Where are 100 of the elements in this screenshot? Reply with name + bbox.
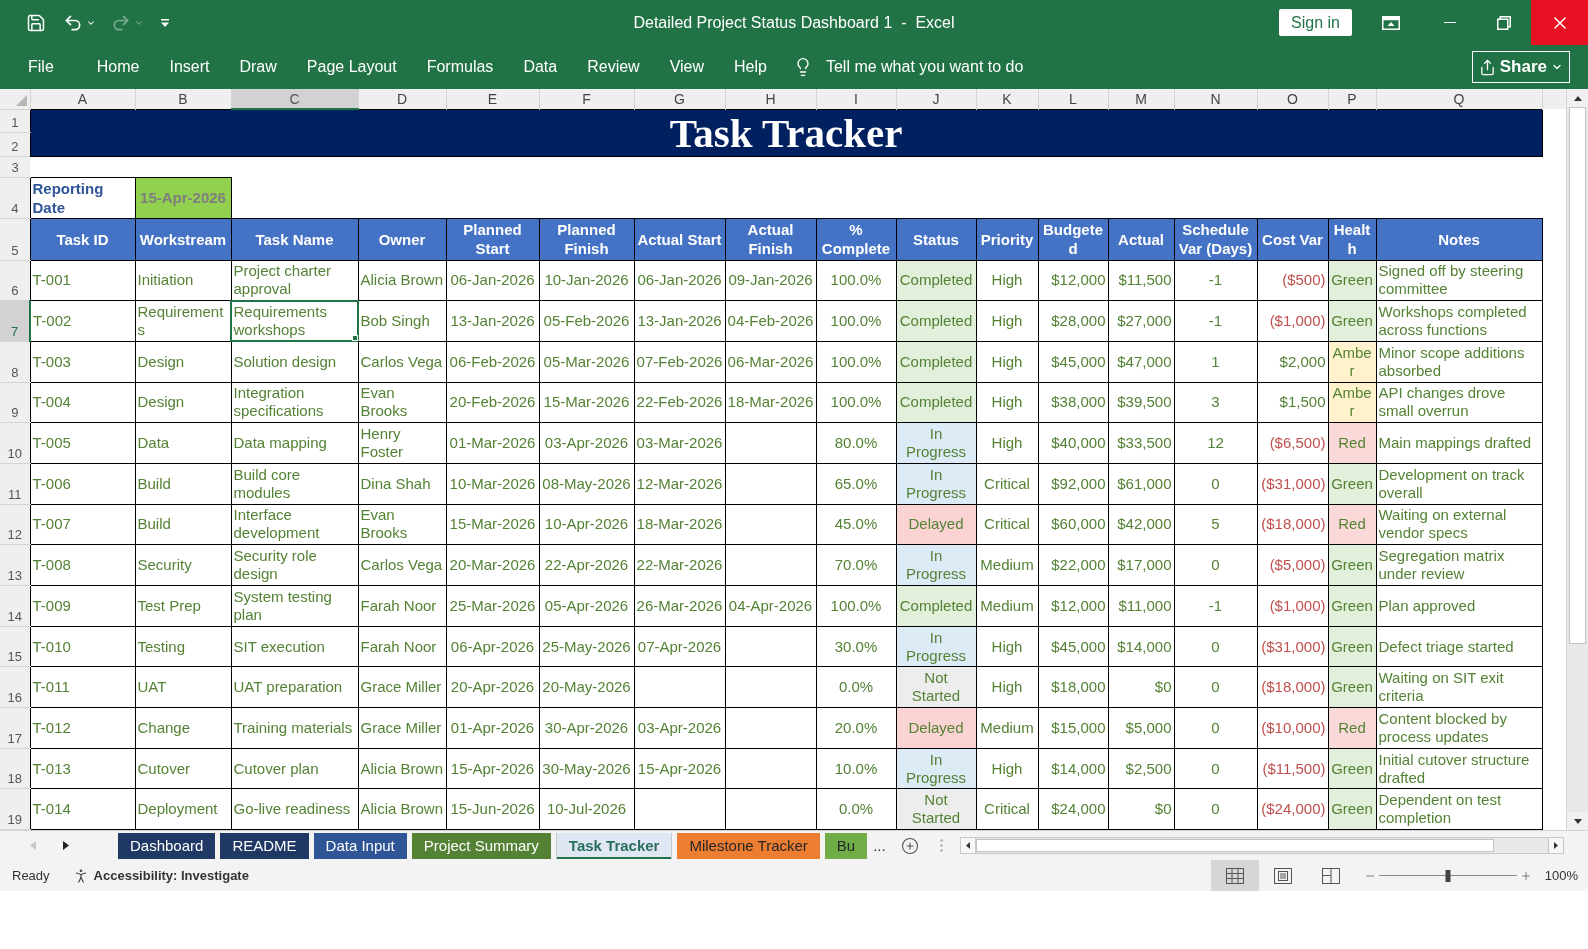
table-cell: Deployment (135, 788, 231, 830)
row-header[interactable]: 4 (0, 177, 30, 218)
row-header[interactable]: 17 (0, 707, 30, 749)
undo-button[interactable] (63, 12, 83, 33)
ribbon-tab[interactable]: Help (734, 57, 767, 77)
row-header[interactable]: 16 (0, 666, 30, 708)
column-header[interactable]: I (816, 89, 896, 109)
sign-in-button[interactable]: Sign in (1279, 9, 1352, 36)
next-sheet-button[interactable] (63, 841, 69, 850)
table-cell: Content blocked by process updates (1376, 707, 1542, 749)
scrollbar-thumb[interactable] (1569, 107, 1586, 644)
ribbon-tab[interactable]: Data (523, 57, 558, 77)
save-button[interactable] (26, 12, 46, 33)
share-icon (1478, 58, 1496, 76)
ribbon-tab[interactable]: File (28, 57, 54, 77)
row-header[interactable]: 13 (0, 544, 30, 586)
sheet-tab[interactable]: Dashboard (118, 832, 216, 859)
table-cell: Grace Miller (358, 666, 446, 708)
row-header[interactable]: 12 (0, 504, 30, 545)
row-header[interactable]: 5 (0, 218, 30, 260)
row-header[interactable]: 1 (0, 109, 30, 133)
scroll-up-button[interactable] (1567, 89, 1588, 107)
scroll-right-button[interactable] (1548, 838, 1563, 853)
customize-toolbar-button[interactable] (161, 18, 169, 27)
column-header[interactable]: P (1328, 89, 1376, 109)
ribbon-tab[interactable]: Insert (169, 57, 210, 77)
ribbon-tab[interactable]: Draw (239, 57, 277, 77)
column-header[interactable]: M (1108, 89, 1174, 109)
table-cell: $11,000 (1108, 585, 1174, 627)
column-header[interactable]: K (976, 89, 1038, 109)
row-header[interactable]: 3 (0, 156, 30, 177)
table-cell: 100.0% (816, 341, 896, 383)
row-header[interactable]: 10 (0, 422, 30, 464)
row-header[interactable]: 8 (0, 341, 30, 383)
table-cell: $61,000 (1108, 463, 1174, 505)
ribbon-tab[interactable]: Review (587, 57, 640, 77)
row-header[interactable]: 18 (0, 748, 30, 789)
ribbon-display-button[interactable] (1382, 15, 1400, 30)
scrollbar-thumb[interactable] (975, 839, 1494, 852)
table-cell: Workshops completed across functions (1376, 300, 1542, 342)
column-header[interactable]: C (231, 89, 358, 109)
accessibility-button[interactable]: Accessibility: Investigate (71, 865, 249, 886)
share-button[interactable]: Share (1471, 51, 1570, 83)
table-cell: 06-Apr-2026 (446, 626, 539, 667)
column-header[interactable]: J (896, 89, 976, 109)
column-header[interactable]: E (446, 89, 539, 109)
table-cell: Interface development (231, 504, 358, 545)
fill-handle-icon[interactable] (351, 334, 358, 341)
row-header[interactable]: 7 (0, 300, 30, 342)
table-cell: 09-Jan-2026 (725, 260, 816, 301)
scroll-down-button[interactable] (1567, 812, 1588, 830)
row-header[interactable]: 9 (0, 382, 30, 423)
horizontal-scrollbar[interactable] (959, 837, 1564, 854)
sheet-tab[interactable]: README (220, 832, 309, 859)
row-header[interactable]: 11 (0, 463, 30, 505)
column-header[interactable]: Q (1376, 89, 1542, 109)
column-header[interactable]: H (725, 89, 816, 109)
table-cell: Cutover (135, 748, 231, 789)
zoom-slider[interactable] (1378, 869, 1517, 882)
ribbon-tab[interactable]: Formulas (426, 57, 494, 77)
table-header: Planned Start (446, 218, 539, 260)
column-header[interactable]: D (358, 89, 446, 109)
add-sheet-button[interactable] (900, 836, 919, 855)
table-cell: High (976, 300, 1038, 342)
more-sheets-button[interactable]: ... (873, 836, 886, 855)
column-header[interactable]: A (30, 89, 135, 109)
table-cell: ($31,000) (1257, 626, 1328, 667)
ribbon-tab[interactable]: Home (96, 57, 140, 77)
triangle-icon (15, 94, 27, 106)
sheet-tab[interactable]: Task Tracker (555, 832, 673, 859)
row-header[interactable]: 6 (0, 260, 30, 301)
slider-thumb[interactable] (1445, 869, 1451, 882)
column-header[interactable]: B (135, 89, 231, 109)
row-header[interactable]: 2 (0, 132, 30, 156)
sheet-tab[interactable]: Project Summary (411, 832, 551, 859)
column-header[interactable]: G (634, 89, 725, 109)
table-cell: T-009 (30, 585, 135, 627)
column-header[interactable]: F (539, 89, 634, 109)
ribbon-tab[interactable]: Page Layout (306, 57, 397, 77)
table-cell: 0 (1174, 626, 1257, 667)
view-button[interactable] (1210, 860, 1259, 891)
sheet-tab[interactable]: Milestone Tracker (677, 832, 820, 859)
ribbon-tab[interactable]: View (669, 57, 705, 77)
row-header[interactable]: 19 (0, 788, 30, 830)
table-header: Health (1328, 218, 1376, 260)
reporting-date-label: Reporting Date (30, 177, 135, 218)
table-cell: T-003 (30, 341, 135, 383)
vertical-scrollbar[interactable] (1566, 89, 1588, 830)
tell-me-field[interactable]: Tell me what you want to do (825, 55, 1066, 79)
column-header[interactable]: L (1038, 89, 1108, 109)
column-header[interactable]: O (1257, 89, 1328, 109)
scroll-left-button[interactable] (960, 838, 976, 853)
row-header[interactable]: 15 (0, 626, 30, 667)
table-cell: 26-Mar-2026 (634, 585, 725, 627)
column-header[interactable]: N (1174, 89, 1257, 109)
row-header[interactable]: 14 (0, 585, 30, 627)
table-cell: $15,000 (1038, 707, 1108, 749)
table-cell: 03-Apr-2026 (539, 422, 634, 464)
sheet-tab[interactable]: Data Input (313, 832, 407, 859)
sheet-tab[interactable]: Bu (824, 832, 868, 859)
